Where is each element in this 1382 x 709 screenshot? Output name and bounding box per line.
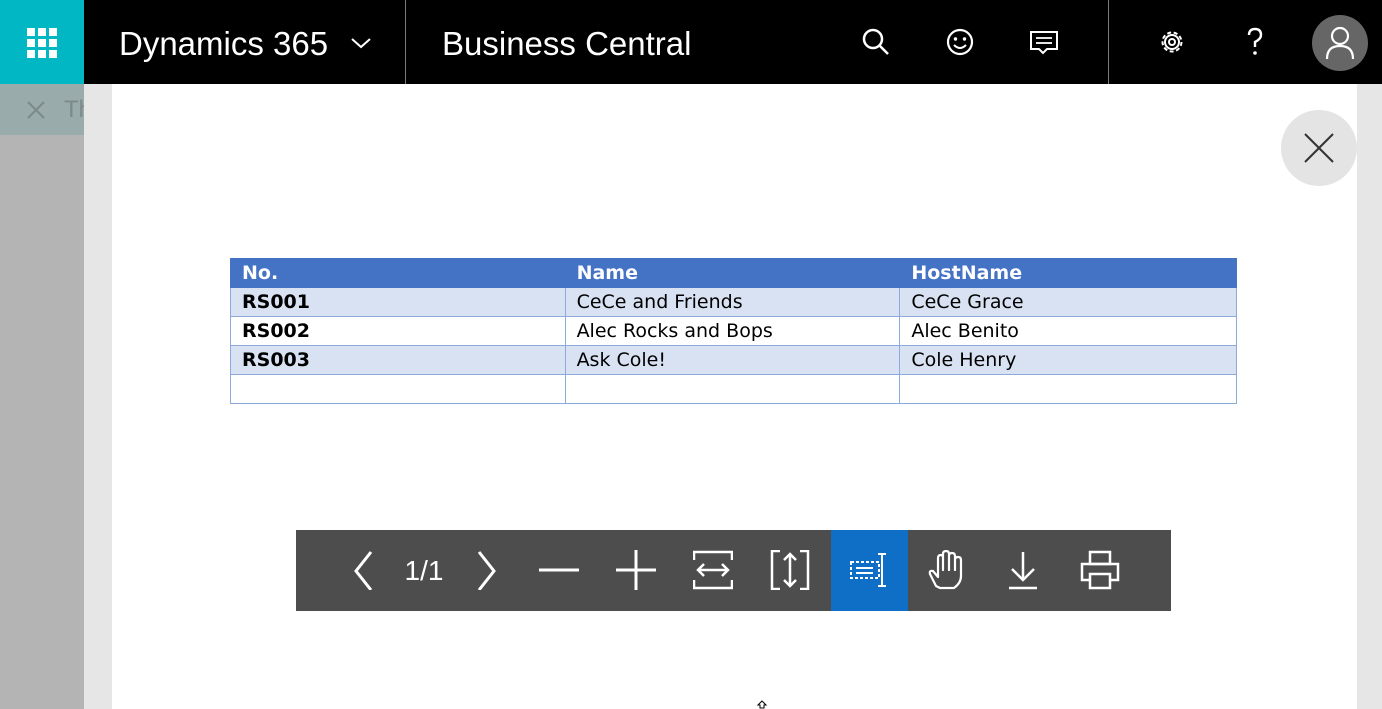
feedback-icon[interactable] [1024, 22, 1064, 62]
cell-no [230, 374, 566, 404]
next-page-icon [477, 551, 496, 590]
cell-hostname: Cole Henry [899, 345, 1237, 375]
cell-no: RS003 [230, 345, 566, 375]
pan-tool-button[interactable] [908, 530, 984, 611]
column-header-no: No. [230, 258, 566, 288]
table-row: RS001 CeCe and Friends CeCe Grace [230, 287, 1237, 317]
table-header-row: No. Name HostName [230, 258, 1237, 288]
previous-page-icon [354, 551, 373, 590]
cell-name: Ask Cole! [564, 345, 901, 375]
previous-page-button[interactable] [326, 530, 402, 611]
fit-width-button[interactable] [675, 530, 751, 611]
search-icon[interactable] [856, 22, 896, 62]
app-launcher-button[interactable] [0, 0, 84, 84]
cell-no: RS002 [230, 316, 566, 346]
fit-width-icon [693, 550, 733, 590]
product-title: Business Central [442, 25, 692, 62]
close-icon [27, 101, 45, 119]
topbar-divider [1108, 0, 1109, 84]
print-button[interactable] [1062, 530, 1138, 611]
user-avatar-button[interactable] [1312, 15, 1368, 71]
column-header-hostname: HostName [899, 258, 1237, 288]
next-page-button[interactable] [448, 530, 524, 611]
cell-name: CeCe and Friends [564, 287, 901, 317]
cell-hostname [899, 374, 1237, 404]
zoom-out-icon [539, 568, 579, 572]
table-row: RS002 Alec Rocks and Bops Alec Benito [230, 316, 1237, 346]
brand-title[interactable]: Dynamics 365 [119, 24, 328, 64]
waffle-icon [27, 28, 57, 58]
gear-icon[interactable] [1152, 22, 1192, 62]
chevron-down-icon[interactable] [347, 33, 375, 53]
close-icon [1304, 133, 1334, 163]
close-preview-button[interactable] [1281, 110, 1357, 186]
help-icon[interactable] [1235, 22, 1275, 62]
print-icon [1080, 550, 1120, 590]
report-table: No. Name HostName RS001 CeCe and Friends… [230, 258, 1237, 404]
smiley-icon[interactable] [940, 22, 980, 62]
top-bar: Dynamics 365 Business Central [0, 0, 1382, 84]
download-button[interactable] [985, 530, 1061, 611]
fit-page-icon [770, 550, 810, 590]
download-icon [1009, 552, 1037, 590]
text-select-button[interactable] [831, 530, 908, 611]
mouse-cursor-icon [757, 700, 767, 709]
cell-no: RS001 [230, 287, 566, 317]
background-page-header: Th [0, 84, 92, 135]
zoom-in-icon [616, 550, 656, 590]
cell-name: Alec Rocks and Bops [564, 316, 901, 346]
user-icon [1325, 26, 1355, 60]
zoom-in-button[interactable] [598, 530, 674, 611]
pdf-viewer-toolbar: 1/1 [296, 530, 1171, 611]
topbar-divider [405, 0, 406, 84]
pan-hand-icon [928, 550, 963, 590]
fit-page-button[interactable] [752, 530, 828, 611]
cell-hostname: Alec Benito [899, 316, 1237, 346]
table-row [230, 374, 1237, 404]
text-select-icon [850, 553, 886, 587]
table-row: RS003 Ask Cole! Cole Henry [230, 345, 1237, 375]
column-header-name: Name [564, 258, 901, 288]
page-indicator: 1/1 [404, 555, 444, 586]
cell-hostname: CeCe Grace [899, 287, 1237, 317]
zoom-out-button[interactable] [521, 530, 597, 611]
cell-name [564, 374, 901, 404]
